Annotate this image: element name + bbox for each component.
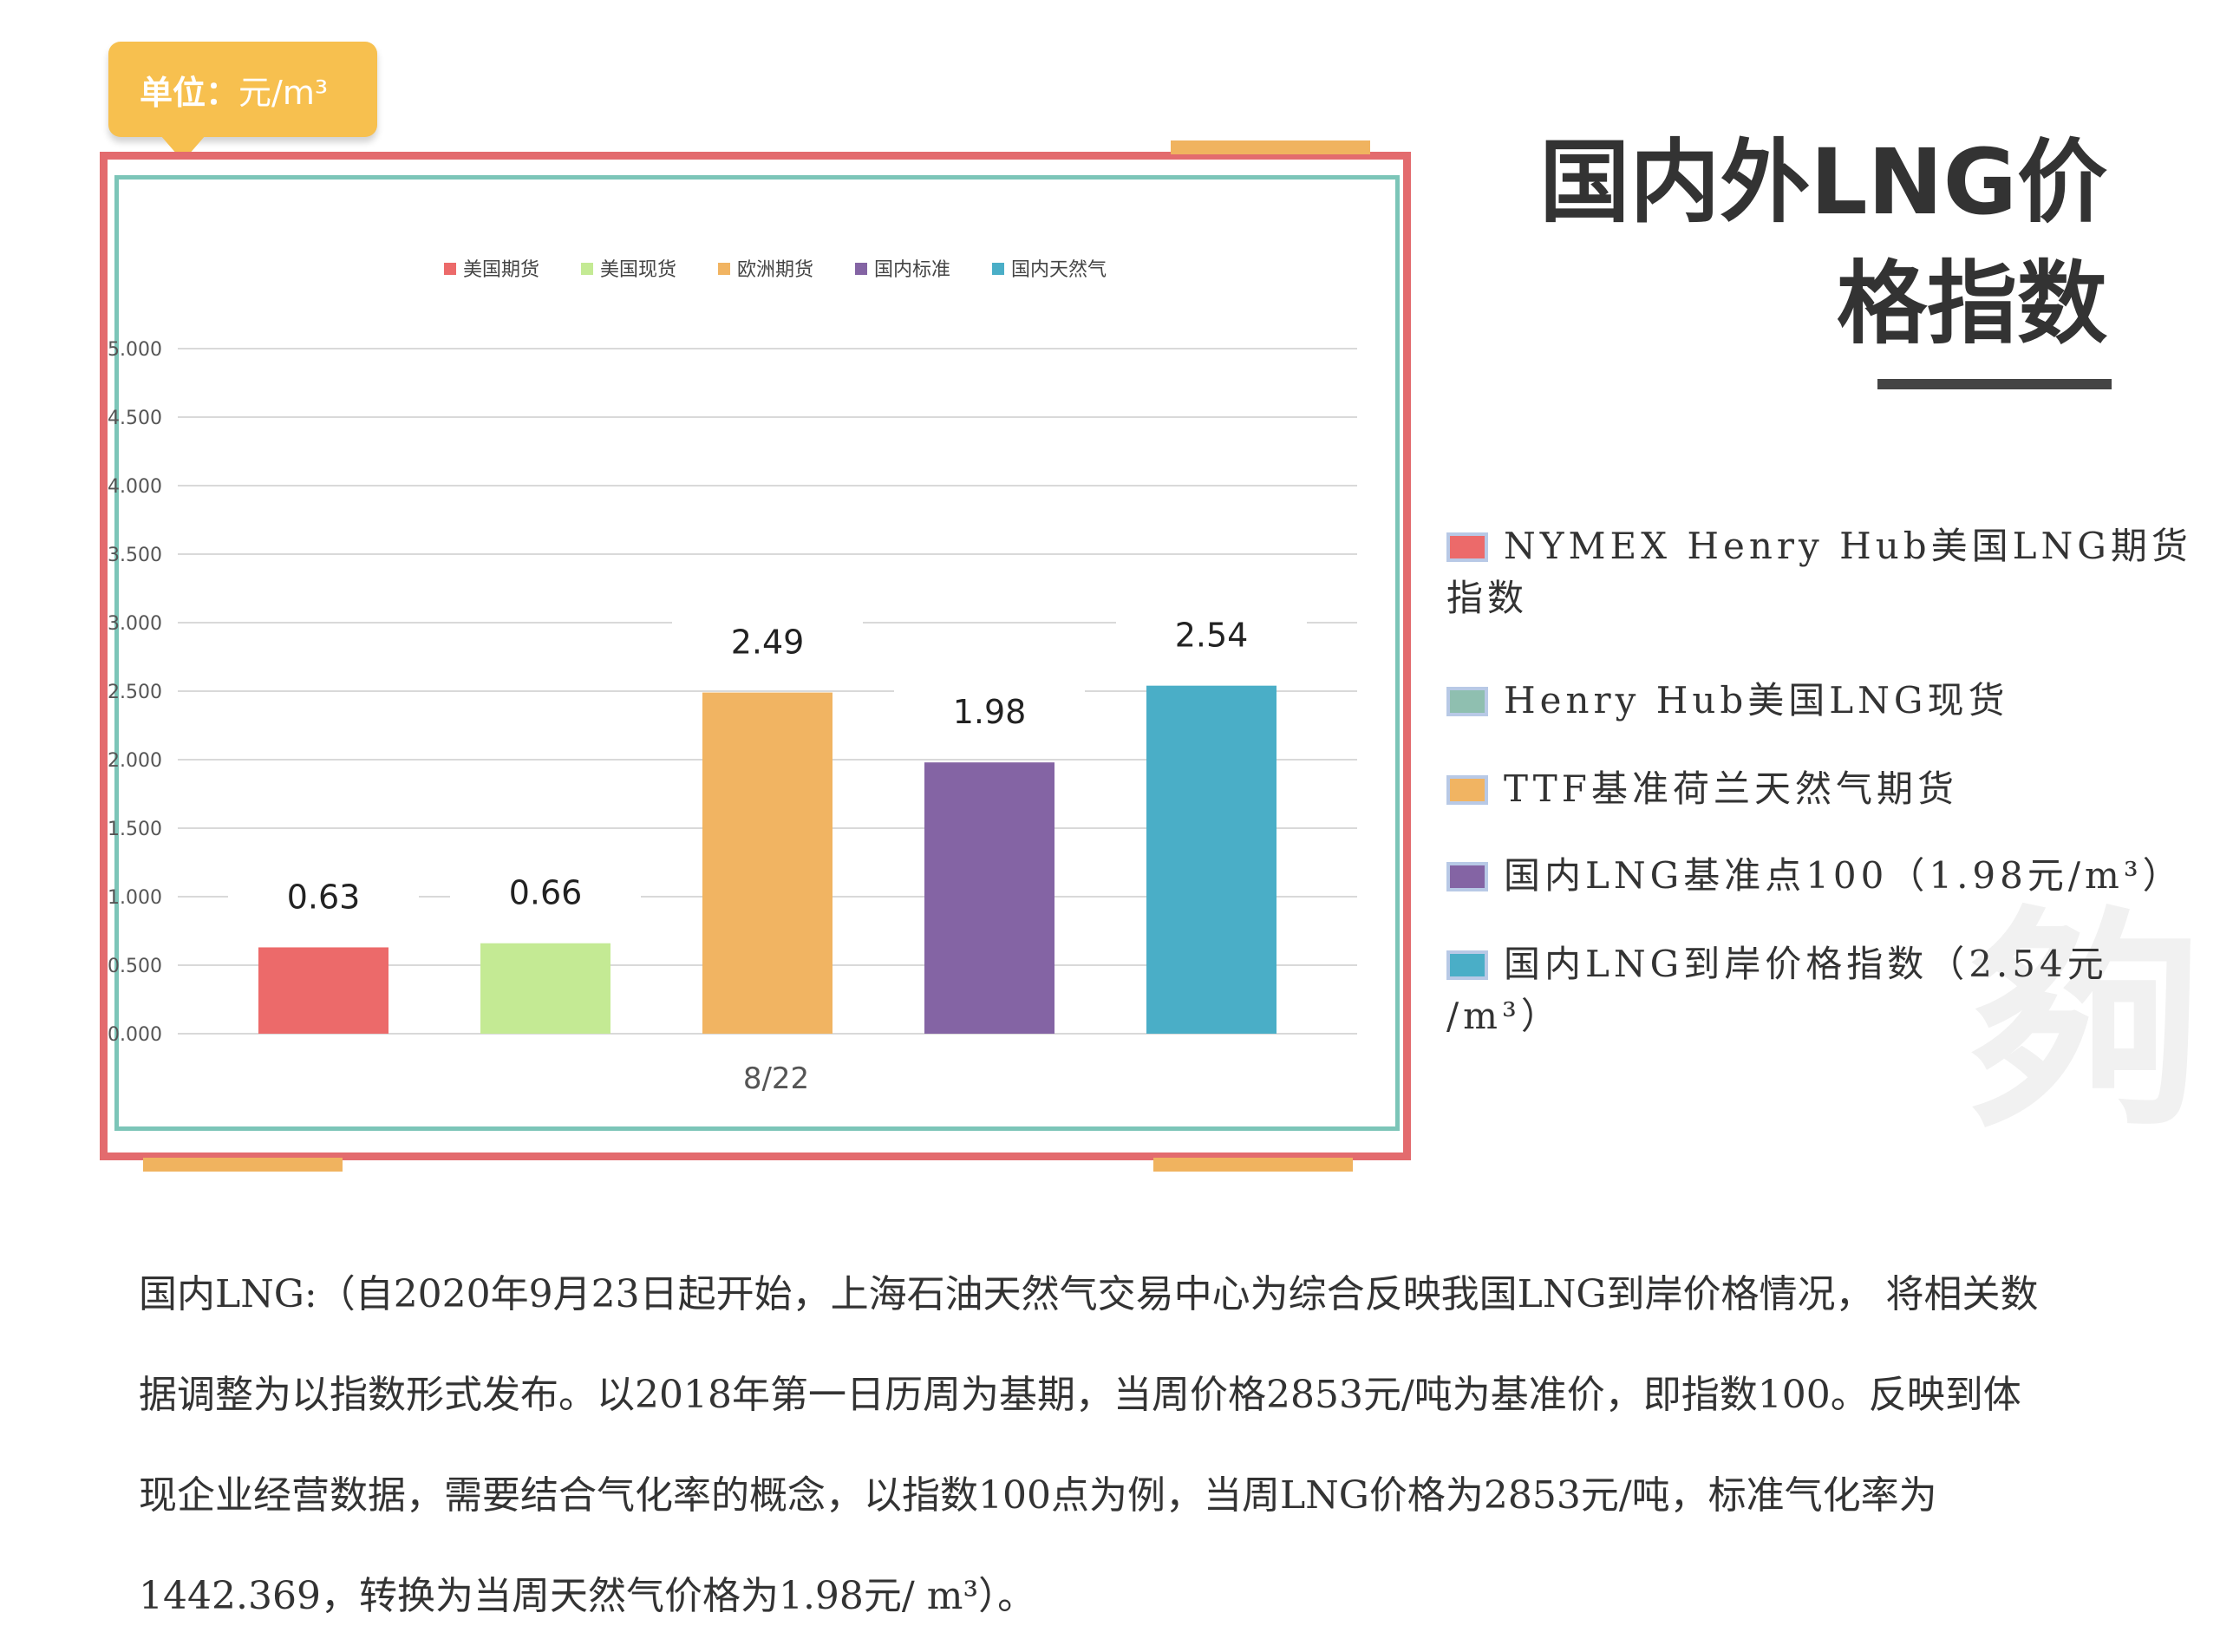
- right-legend-item: NYMEX Henry Hub美国LNG期货 指数: [1446, 520, 2210, 624]
- bar: [480, 943, 610, 1034]
- chart-bars: [258, 685, 1276, 1034]
- right-legend-item: TTF基准荷兰天然气期货: [1446, 763, 2210, 815]
- value-label: 2.49: [731, 624, 805, 662]
- bar: [1146, 685, 1276, 1034]
- title-underline: [1877, 379, 2112, 389]
- right-legend-text: Henry Hub美国LNG现货: [1504, 679, 2009, 722]
- y-tick-label: 2.500: [108, 682, 162, 703]
- value-label: 0.63: [287, 878, 361, 916]
- y-tick-label: 4.500: [108, 408, 162, 429]
- y-tick-label: 4.000: [108, 476, 162, 498]
- legend-label: 国内标准: [874, 259, 950, 281]
- y-tick-label: 1.000: [108, 887, 162, 909]
- right-legend-text-cont: /m³）: [1446, 995, 1562, 1037]
- right-legend-text-cont: 指数: [1446, 577, 1529, 619]
- page-title-line-1: 国内外LNG价: [1539, 129, 2107, 235]
- legend-swatch-icon: [1446, 950, 1488, 980]
- legend-label: 美国期货: [463, 259, 539, 281]
- right-legend-text: 国内LNG到岸价格指数（2.54元: [1504, 943, 2108, 985]
- y-tick-label: 0.500: [108, 956, 162, 977]
- bar: [258, 947, 388, 1034]
- paragraph-line: 1442.369，转换为当周天然气价格为1.98元/ m³）。: [139, 1574, 1036, 1618]
- right-legend-text: 国内LNG基准点100（1.98元/m³）: [1504, 854, 2184, 897]
- right-legend-text: TTF基准荷兰天然气期货: [1504, 767, 1958, 810]
- paragraph-line: 现企业经营数据，需要结合气化率的概念，以指数100点为例，当周LNG价格为285…: [139, 1473, 1937, 1518]
- chart-categories: 8/22: [743, 1061, 809, 1096]
- y-tick-label: 1.500: [108, 819, 162, 840]
- legend-swatch-icon: [992, 263, 1004, 275]
- right-legend-item: Henry Hub美国LNG现货: [1446, 675, 2210, 727]
- paragraph-line: 据调整为以指数形式发布。以2018年第一日历周为基期，当周价格2853元/吨为基…: [139, 1373, 2021, 1417]
- legend-swatch-icon: [1446, 775, 1488, 805]
- legend-label: 欧洲期货: [737, 259, 813, 281]
- legend-swatch-icon: [1446, 687, 1488, 716]
- legend-swatch-icon: [1446, 862, 1488, 891]
- value-label: 0.66: [509, 874, 583, 912]
- legend-swatch-icon: [1446, 532, 1488, 562]
- right-legend-item: 国内LNG基准点100（1.98元/m³）: [1446, 850, 2210, 902]
- page-title: 国内外LNG价 格指数: [1327, 121, 2107, 364]
- chart-legend: 美国期货 美国现货 欧洲期货 国内标准 国内天然气: [444, 259, 1107, 281]
- description-paragraph: 国内LNG:（自2020年9月23日起开始，上海石油天然气交易中心为综合反映我国…: [139, 1244, 2151, 1647]
- bar: [702, 692, 832, 1034]
- y-tick-label: 3.500: [108, 545, 162, 566]
- y-tick-label: 2.000: [108, 750, 162, 772]
- y-tick-label: 5.000: [108, 339, 162, 361]
- right-legend-item: 国内LNG到岸价格指数（2.54元 /m³）: [1446, 938, 2210, 1042]
- y-tick-label: 0.000: [108, 1024, 162, 1046]
- legend-swatch-icon: [855, 263, 867, 275]
- legend-swatch-icon: [444, 263, 456, 275]
- x-category-label: 8/22: [743, 1061, 809, 1096]
- legend-swatch-icon: [581, 263, 593, 275]
- legend-swatch-icon: [718, 263, 730, 275]
- page-title-line-2: 格指数: [1836, 251, 2107, 356]
- value-label: 1.98: [953, 693, 1027, 731]
- legend-label: 美国现货: [600, 259, 676, 281]
- bar: [924, 762, 1054, 1034]
- y-tick-label: 3.000: [108, 613, 162, 635]
- right-legend-text: NYMEX Henry Hub美国LNG期货: [1504, 525, 2192, 567]
- value-label: 2.54: [1175, 617, 1249, 655]
- paragraph-line: 国内LNG:（自2020年9月23日起开始，上海石油天然气交易中心为综合反映我国…: [139, 1272, 2039, 1316]
- legend-label: 国内天然气: [1011, 259, 1107, 281]
